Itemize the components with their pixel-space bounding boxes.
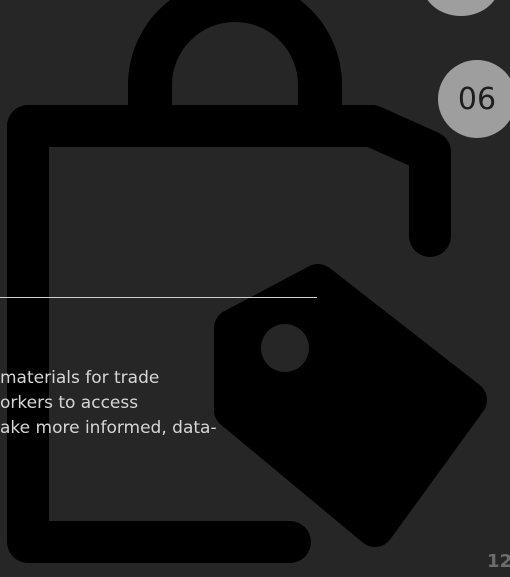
body-line: orkers to access — [0, 393, 139, 413]
step-number: 06 — [457, 81, 497, 117]
page-number: 12 — [486, 551, 510, 572]
step-number-badge: 06 — [438, 60, 510, 138]
body-line: materials for trade — [0, 368, 160, 388]
slide: 06 materials for trade orkers to access … — [0, 0, 510, 577]
body-text: materials for trade orkers to access ake… — [0, 366, 340, 441]
shopping-bag-with-price-tag-icon — [7, 0, 487, 563]
body-line: ake more informed, data- — [0, 418, 217, 438]
divider — [0, 297, 317, 298]
